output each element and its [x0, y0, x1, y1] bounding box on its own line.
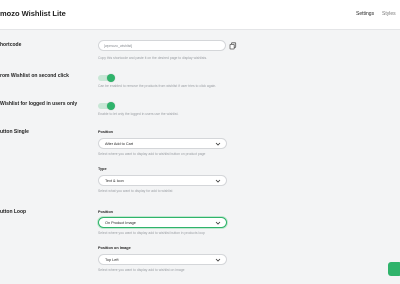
- logged-in-only-help: Enable to let only the logged in users u…: [98, 112, 179, 116]
- copy-icon[interactable]: [229, 42, 237, 50]
- remove-second-click-toggle[interactable]: [98, 73, 115, 82]
- button-loop-position-select[interactable]: On Product Image: [98, 217, 227, 228]
- select-value: After Add to Cart: [105, 142, 134, 146]
- top-bar: mozo Wishlist Lite Settings Styles: [0, 0, 400, 30]
- select-value: Top Left: [105, 258, 119, 262]
- chevron-down-icon: [215, 221, 221, 225]
- shortcode-field[interactable]: [98, 40, 226, 51]
- chevron-down-icon: [215, 258, 221, 262]
- nav-styles[interactable]: Styles: [382, 11, 396, 17]
- button-loop-position-help: Select where you want to display add to …: [98, 231, 205, 235]
- chevron-down-icon: [215, 179, 221, 183]
- chevron-down-icon: [215, 142, 221, 146]
- button-single-type-select[interactable]: Text & Icon: [98, 175, 227, 186]
- button-single-position-help: Select where you want to display add to …: [98, 152, 206, 156]
- toggle-knob: [107, 101, 115, 110]
- save-button[interactable]: [388, 262, 400, 276]
- button-loop-label: utton Loop: [0, 209, 27, 215]
- select-value: On Product Image: [105, 221, 136, 225]
- app-title: mozo Wishlist Lite: [0, 9, 66, 18]
- logged-in-only-toggle[interactable]: [98, 101, 115, 110]
- button-single-type-label: Type: [98, 167, 107, 171]
- toggle-knob: [107, 73, 115, 82]
- remove-second-click-help: Can be enabled to remove the products fr…: [98, 84, 217, 88]
- button-single-label: utton Single: [0, 129, 29, 135]
- button-single-type-help: Select what you want to display for add …: [98, 189, 173, 193]
- shortcode-input[interactable]: [104, 41, 219, 50]
- button-loop-image-position-label: Position on Image: [98, 246, 131, 250]
- shortcode-help: Copy this shortcode and paste it on the …: [98, 56, 208, 60]
- shortcode-label: hortcode: [0, 42, 22, 48]
- remove-second-click-label: rom Wishlist on second click: [0, 73, 69, 79]
- nav-settings[interactable]: Settings: [356, 11, 374, 17]
- button-loop-position-label: Position: [98, 210, 113, 214]
- button-loop-image-position-select[interactable]: Top Left: [98, 254, 227, 265]
- button-loop-image-position-help: Select where you want to display add to …: [98, 268, 185, 272]
- button-single-position-select[interactable]: After Add to Cart: [98, 138, 227, 149]
- select-value: Text & Icon: [105, 179, 124, 183]
- button-single-position-label: Position: [98, 130, 113, 134]
- logged-in-only-label: Wishlist for logged in users only: [0, 101, 78, 107]
